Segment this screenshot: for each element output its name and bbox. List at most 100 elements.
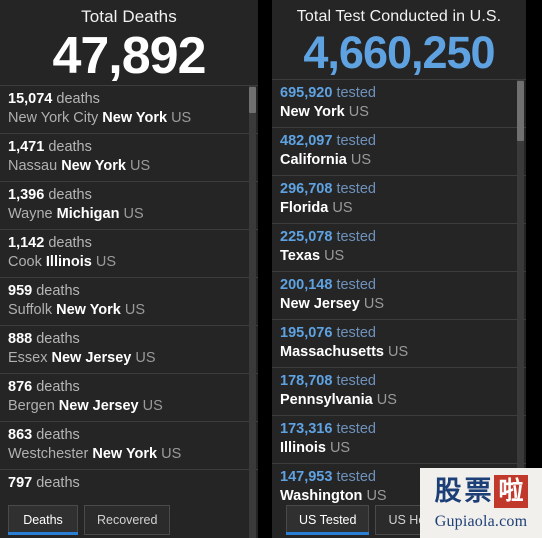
watermark-glyph-la: 啦 — [494, 475, 528, 508]
list-item-unit: tested — [332, 373, 376, 389]
list-item-number: 863 — [8, 427, 33, 443]
list-item-value: 863 deaths — [8, 426, 258, 445]
list-item-number: 1,396 — [8, 187, 45, 203]
list-item[interactable]: 482,097 tested California US — [272, 127, 526, 175]
watermark-glyph-piao: 票 — [464, 476, 492, 507]
list-item-county: Westchester — [8, 446, 93, 462]
list-item-region: Massachusetts — [280, 344, 384, 360]
list-item[interactable]: 195,076 tested Massachusetts US — [272, 319, 526, 367]
list-item-country: US — [344, 104, 369, 120]
list-item-number: 482,097 — [280, 133, 333, 149]
list-item[interactable]: 1,396 deaths Wayne Michigan US — [0, 181, 258, 229]
list-item-unit: deaths — [32, 379, 80, 395]
list-item-location: Massachusetts US — [280, 343, 526, 362]
watermark-glyphs: 股 票 啦 — [420, 468, 542, 513]
list-item-region: Illinois — [45, 254, 92, 270]
list-item[interactable]: 173,316 tested Illinois US — [272, 415, 526, 463]
list-item-location: New York City New York US — [8, 109, 258, 128]
panel-total-tested: Total Test Conducted in U.S. 4,660,250 6… — [272, 0, 526, 538]
list-item-unit: tested — [332, 181, 376, 197]
list-item-region: New Jersey — [280, 296, 360, 312]
list-item-location: Nassau New York US — [8, 157, 258, 176]
list-item-location: Florida US — [280, 199, 526, 218]
list-item-value: 178,708 tested — [280, 372, 526, 391]
list-item[interactable]: 178,708 tested Pennsylvania US — [272, 367, 526, 415]
list-item-unit: tested — [332, 85, 376, 101]
deaths-tabbar: Deaths Recovered — [8, 505, 171, 535]
list-item[interactable]: 695,920 tested New York US — [272, 79, 526, 127]
list-item[interactable]: 296,708 tested Florida US — [272, 175, 526, 223]
tab-deaths[interactable]: Deaths — [8, 505, 78, 535]
list-item[interactable]: 225,078 tested Texas US — [272, 223, 526, 271]
list-item-county: Bergen — [8, 398, 59, 414]
list-item-unit: tested — [332, 469, 376, 485]
list-item[interactable]: 15,074 deaths New York City New York US — [0, 85, 258, 133]
list-item-region: Michigan — [56, 206, 120, 222]
list-item[interactable]: 959 deaths Suffolk New York US — [0, 277, 258, 325]
list-item-unit: tested — [332, 325, 376, 341]
list-item-region: New Jersey — [58, 398, 139, 414]
list-item-unit: tested — [332, 133, 376, 149]
list-item-region: Texas — [280, 248, 321, 264]
list-item-location: Essex New Jersey US — [8, 349, 258, 368]
list-item[interactable]: 797 deaths — [0, 469, 258, 498]
tested-scrollbar-thumb[interactable] — [517, 81, 524, 141]
list-item-location: Cook Illinois US — [8, 253, 258, 272]
list-item-country: US — [138, 398, 163, 414]
list-item-country: US — [320, 248, 345, 264]
list-item-location: New York US — [280, 103, 526, 122]
list-item-number: 225,078 — [280, 229, 333, 245]
tested-list: 695,920 tested New York US 482,097 tested C… — [272, 79, 526, 511]
dashboard-root: Total Deaths 47,892 15,074 deaths New Yor… — [0, 0, 542, 538]
list-item-unit: deaths — [32, 331, 80, 347]
list-item[interactable]: 1,142 deaths Cook Illinois US — [0, 229, 258, 277]
list-item-region: New York — [56, 302, 121, 318]
list-item-country: US — [346, 152, 372, 168]
list-item-value: 797 deaths — [8, 474, 258, 493]
list-item-unit: deaths — [32, 283, 80, 299]
list-item-value: 173,316 tested — [280, 420, 526, 439]
list-item-location: Texas US — [280, 247, 526, 266]
list-item-region: New Jersey — [51, 350, 132, 366]
list-item-unit: tested — [332, 421, 376, 437]
list-item-number: 888 — [8, 331, 33, 347]
list-item-unit: deaths — [32, 427, 80, 443]
list-item[interactable]: 200,148 tested New Jersey US — [272, 271, 526, 319]
list-item[interactable]: 863 deaths Westchester New York US — [0, 421, 258, 469]
tab-label: Deaths — [23, 513, 63, 527]
tested-panel-title: Total Test Conducted in U.S. — [296, 8, 502, 25]
list-item-county: Wayne — [8, 206, 57, 222]
list-item-county: Cook — [8, 254, 46, 270]
list-item[interactable]: 888 deaths Essex New Jersey US — [0, 325, 258, 373]
list-item-country: US — [125, 158, 151, 174]
list-item-region: California — [280, 152, 347, 168]
list-item-county: Suffolk — [8, 302, 57, 318]
watermark-glyph-gu: 股 — [434, 476, 462, 507]
list-item-number: 200,148 — [280, 277, 333, 293]
list-item-region: New York — [280, 104, 345, 120]
list-item-location: Suffolk New York US — [8, 301, 258, 320]
list-item-value: 296,708 tested — [280, 180, 526, 199]
list-item-unit: deaths — [52, 91, 100, 107]
list-item-number: 296,708 — [280, 181, 333, 197]
list-item-country: US — [119, 206, 144, 222]
list-item[interactable]: 1,471 deaths Nassau New York US — [0, 133, 258, 181]
tab-us-tested[interactable]: US Tested — [286, 505, 370, 535]
tab-label: US Tested — [299, 513, 357, 527]
list-item-country: US — [157, 446, 182, 462]
list-item-value: 888 deaths — [8, 330, 258, 349]
deaths-scrollbar[interactable] — [249, 85, 256, 538]
list-item-number: 1,142 — [8, 235, 45, 251]
list-item-value: 1,142 deaths — [8, 234, 258, 253]
deaths-scrollbar-thumb[interactable] — [249, 87, 256, 113]
list-item-unit: deaths — [32, 475, 80, 491]
list-item-unit: tested — [332, 229, 376, 245]
list-item-number: 178,708 — [280, 373, 333, 389]
list-item-country: US — [91, 254, 116, 270]
list-item-value: 876 deaths — [8, 378, 258, 397]
tested-total-value: 4,660,250 — [303, 27, 495, 78]
deaths-list-viewport[interactable]: 15,074 deaths New York City New York US 1,… — [0, 85, 258, 538]
list-item[interactable]: 876 deaths Bergen New Jersey US — [0, 373, 258, 421]
list-item-region: Washington — [280, 488, 363, 504]
tab-recovered[interactable]: Recovered — [84, 505, 171, 535]
